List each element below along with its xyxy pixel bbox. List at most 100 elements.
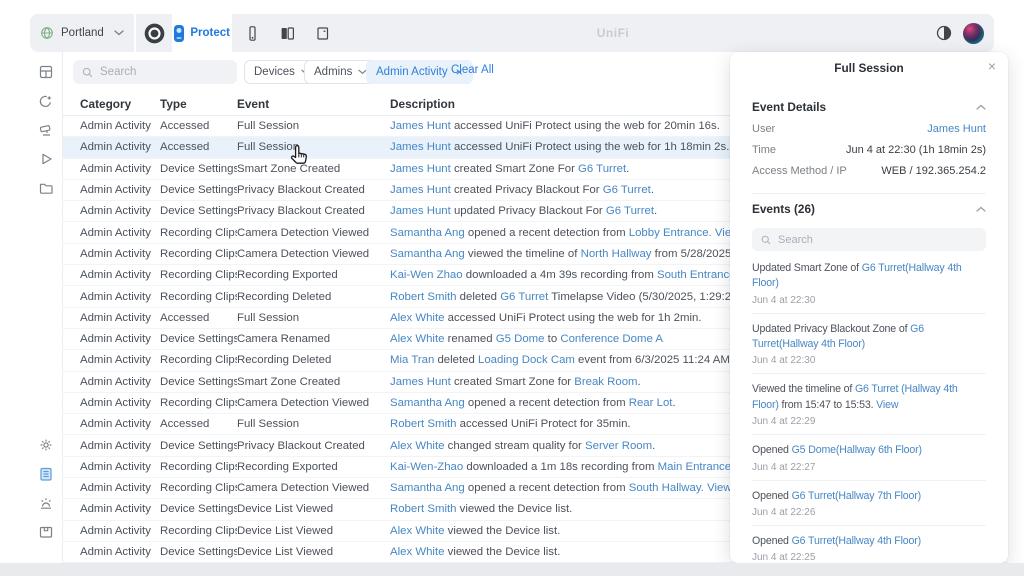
event-details-heading: Event Details [752,100,826,114]
chevron-up-icon[interactable] [976,104,986,110]
entity-link[interactable]: Samantha Ang [390,482,465,494]
sidebar-item-clips[interactable] [38,180,54,196]
entity-link[interactable]: G5 Dome [496,333,545,345]
cell-category: Admin Activity [80,503,160,515]
entity-link[interactable]: Rear Lot [629,397,673,409]
event-list-item[interactable]: Viewed the timeline of G6 Turret (Hallwa… [752,374,986,435]
sidebar-item-alarms[interactable] [38,495,54,511]
backdrop-strip [0,563,1024,576]
entity-link[interactable]: View [876,399,898,411]
cell-type: Device Settings [160,440,237,452]
device-dual-icon[interactable] [279,25,296,42]
cell-type: Accessed [160,418,237,430]
event-list-item[interactable]: Opened G5 Dome(Hallway 6th Floor)Jun 4 a… [752,435,986,480]
event-list-item[interactable]: Updated Privacy Blackout Zone of G6 Turr… [752,314,986,375]
entity-link[interactable]: Break Room [574,376,637,388]
entity-link[interactable]: G6 Turret [578,163,626,175]
entity-link[interactable]: Alex White [390,546,444,558]
entity-link[interactable]: G6 Turret(Hallway 4th Floor) [792,535,921,547]
cell-type: Device Settings [160,376,237,388]
entity-link[interactable]: Kai-Wen Zhao [390,269,463,281]
cell-category: Admin Activity [80,376,160,388]
tab-protect[interactable]: Protect [174,14,230,52]
sidebar-item-devices-box[interactable] [38,524,54,540]
detail-value-link[interactable]: James Hunt [927,123,986,135]
event-details-rows: UserJames HuntTimeJun 4 at 22:30 (1h 18m… [752,123,986,177]
entity-link[interactable]: James Hunt [390,184,451,196]
entity-link[interactable]: Conference Dome A [560,333,663,345]
chevron-up-icon[interactable] [976,206,986,212]
entity-link[interactable]: South Hallway. [629,482,704,494]
event-timestamp: Jun 4 at 22:30 [752,295,986,306]
description-text: Opened [752,444,792,456]
entity-link[interactable]: James Hunt [390,141,451,153]
topbar-rest: UniFi [232,14,994,52]
cell-type: Recording Clips [160,248,237,260]
entity-link[interactable]: Kai-Wen-Zhao [390,461,463,473]
detail-row: TimeJun 4 at 22:30 (1h 18min 2s) [752,144,986,156]
entity-link[interactable]: Main Entrance, [658,461,735,473]
event-list-item[interactable]: Updated Smart Zone of G6 Turret(Hallway … [752,253,986,314]
description-text: viewed the timeline of [465,248,581,260]
cell-type: Device Settings [160,184,237,196]
sidebar-item-activity-log[interactable] [38,466,54,482]
entity-link[interactable]: Mia Tran [390,354,434,366]
entity-link[interactable]: View [707,482,731,494]
cell-category: Admin Activity [80,461,160,473]
console-button[interactable] [136,14,172,52]
entity-link[interactable]: James Hunt [390,205,451,217]
entity-link[interactable]: Loading Dock Cam [478,354,575,366]
entity-link[interactable]: South Entrance, [657,269,739,281]
entity-link[interactable]: G5 Dome(Hallway 6th Floor) [792,444,922,456]
admins-filter-label: Admins [314,66,352,78]
cell-category: Admin Activity [80,333,160,345]
entity-link[interactable]: Alex White [390,333,444,345]
search-input[interactable]: Search [73,60,237,84]
entity-link[interactable]: Alex White [390,525,444,537]
entity-link[interactable]: James Hunt [390,376,451,388]
contrast-icon[interactable] [935,24,953,42]
entity-link[interactable]: G6 Turret(Hallway 7th Floor) [792,490,921,502]
entity-link[interactable]: G6 Turret [603,184,651,196]
close-icon[interactable]: × [988,59,996,73]
clear-all-button[interactable]: Clear All [451,64,494,76]
site-selector[interactable]: Portland [30,14,134,52]
entity-link[interactable]: Robert Smith [390,503,456,515]
sidebar-item-ai-events[interactable] [38,93,54,109]
events-search-input[interactable]: Search [752,228,986,251]
entity-link[interactable]: James Hunt [390,163,451,175]
cell-type: Accessed [160,312,237,324]
entity-link[interactable]: G6 Turret [606,205,654,217]
cell-category: Admin Activity [80,354,160,366]
entity-link[interactable]: Alex White [390,440,444,452]
column-category: Category [80,97,160,111]
description-text: accessed UniFi Protect using the web for… [451,120,720,132]
sidebar-item-settings[interactable] [38,437,54,453]
entity-link[interactable]: Lobby Entrance. [629,227,712,239]
entity-link[interactable]: G6 Turret [500,291,548,303]
entity-link[interactable]: Server Room [585,440,652,452]
event-timestamp: Jun 4 at 22:29 [752,416,986,427]
entity-link[interactable]: North Hallway [581,248,652,260]
entity-link[interactable]: Robert Smith [390,418,456,430]
event-list-item[interactable]: Opened G6 Turret(Hallway 7th Floor)Jun 4… [752,481,986,526]
dashboard-icon [38,64,54,80]
entity-link[interactable]: James Hunt [390,120,451,132]
entity-link[interactable]: Samantha Ang [390,248,465,260]
avatar[interactable] [963,23,984,44]
playback-icon [38,151,54,167]
entity-link[interactable]: Samantha Ang [390,227,465,239]
sidebar-item-dashboard[interactable] [38,64,54,80]
sidebar-item-playback[interactable] [38,151,54,167]
sidebar-item-cameras[interactable] [38,122,54,138]
device-mini-icon[interactable] [314,25,331,42]
entity-link[interactable]: Alex White [390,312,444,324]
description-text: . [626,163,629,175]
entity-link[interactable]: Samantha Ang [390,397,465,409]
cell-type: Recording Clips [160,227,237,239]
event-list-item[interactable]: Opened G6 Turret(Hallway 4th Floor)Jun 4… [752,526,986,563]
entity-link[interactable]: Robert Smith [390,291,456,303]
column-type: Type [160,97,237,111]
section-divider [752,193,986,194]
device-console-icon[interactable] [244,25,261,42]
